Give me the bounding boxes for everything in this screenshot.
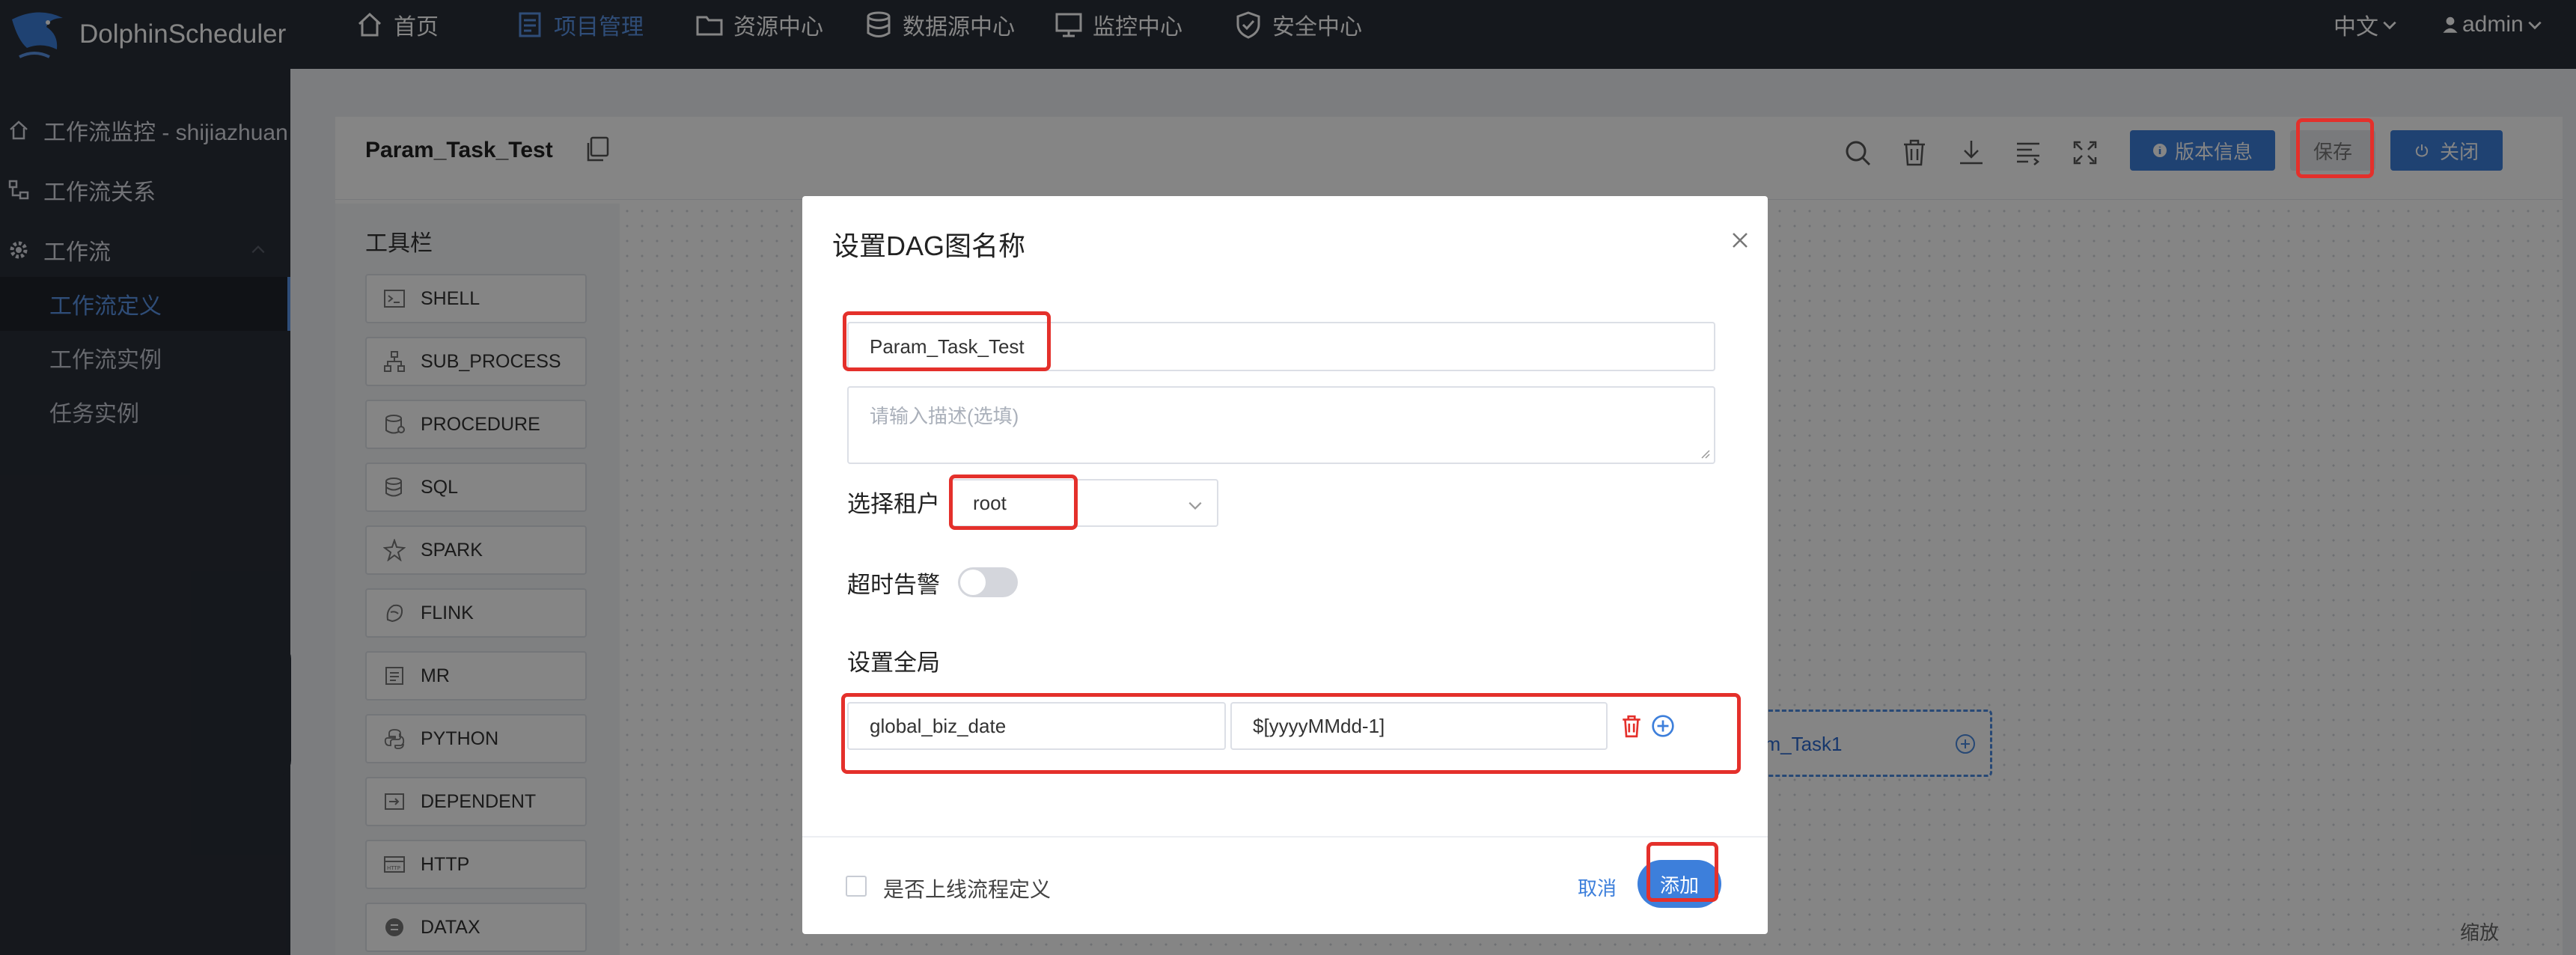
- timeout-toggle[interactable]: [958, 567, 1018, 597]
- dialog-title: 设置DAG图名称: [832, 231, 1026, 261]
- tenant-select[interactable]: root: [950, 479, 1218, 527]
- close-icon[interactable]: [1730, 231, 1750, 250]
- add-button[interactable]: 添加: [1638, 860, 1721, 908]
- online-checkbox[interactable]: [846, 876, 867, 897]
- tenant-label: 选择租户: [847, 491, 940, 517]
- global-param-key: global_biz_date: [870, 714, 1007, 737]
- chevron-down-icon: [1188, 501, 1202, 510]
- tenant-value: root: [973, 491, 1007, 514]
- online-checkbox-label: 是否上线流程定义: [883, 878, 1052, 901]
- description-textarea[interactable]: 请输入描述(选填): [847, 386, 1715, 464]
- add-label: 添加: [1659, 873, 1699, 897]
- global-param-key-input[interactable]: global_biz_date: [847, 702, 1226, 750]
- description-placeholder: 请输入描述(选填): [870, 405, 1019, 427]
- add-circle-icon[interactable]: [1651, 714, 1675, 738]
- delete-icon[interactable]: [1620, 714, 1643, 738]
- dag-name-value: Param_Task_Test: [870, 335, 1025, 358]
- cancel-button[interactable]: 取消: [1578, 873, 1617, 901]
- dialog-footer: 是否上线流程定义 取消 添加: [802, 836, 1768, 936]
- global-param-value-input[interactable]: $[yyyyMMdd-1]: [1230, 702, 1608, 750]
- resize-grip-icon: [1701, 450, 1710, 459]
- timeout-label: 超时告警: [847, 572, 940, 598]
- global-param-value: $[yyyyMMdd-1]: [1253, 714, 1385, 737]
- dag-name-input[interactable]: Param_Task_Test: [847, 322, 1715, 371]
- dag-name-dialog: 设置DAG图名称 Param_Task_Test 请输入描述(选填) 选择租户 …: [802, 196, 1768, 934]
- global-params-label: 设置全局: [847, 650, 940, 676]
